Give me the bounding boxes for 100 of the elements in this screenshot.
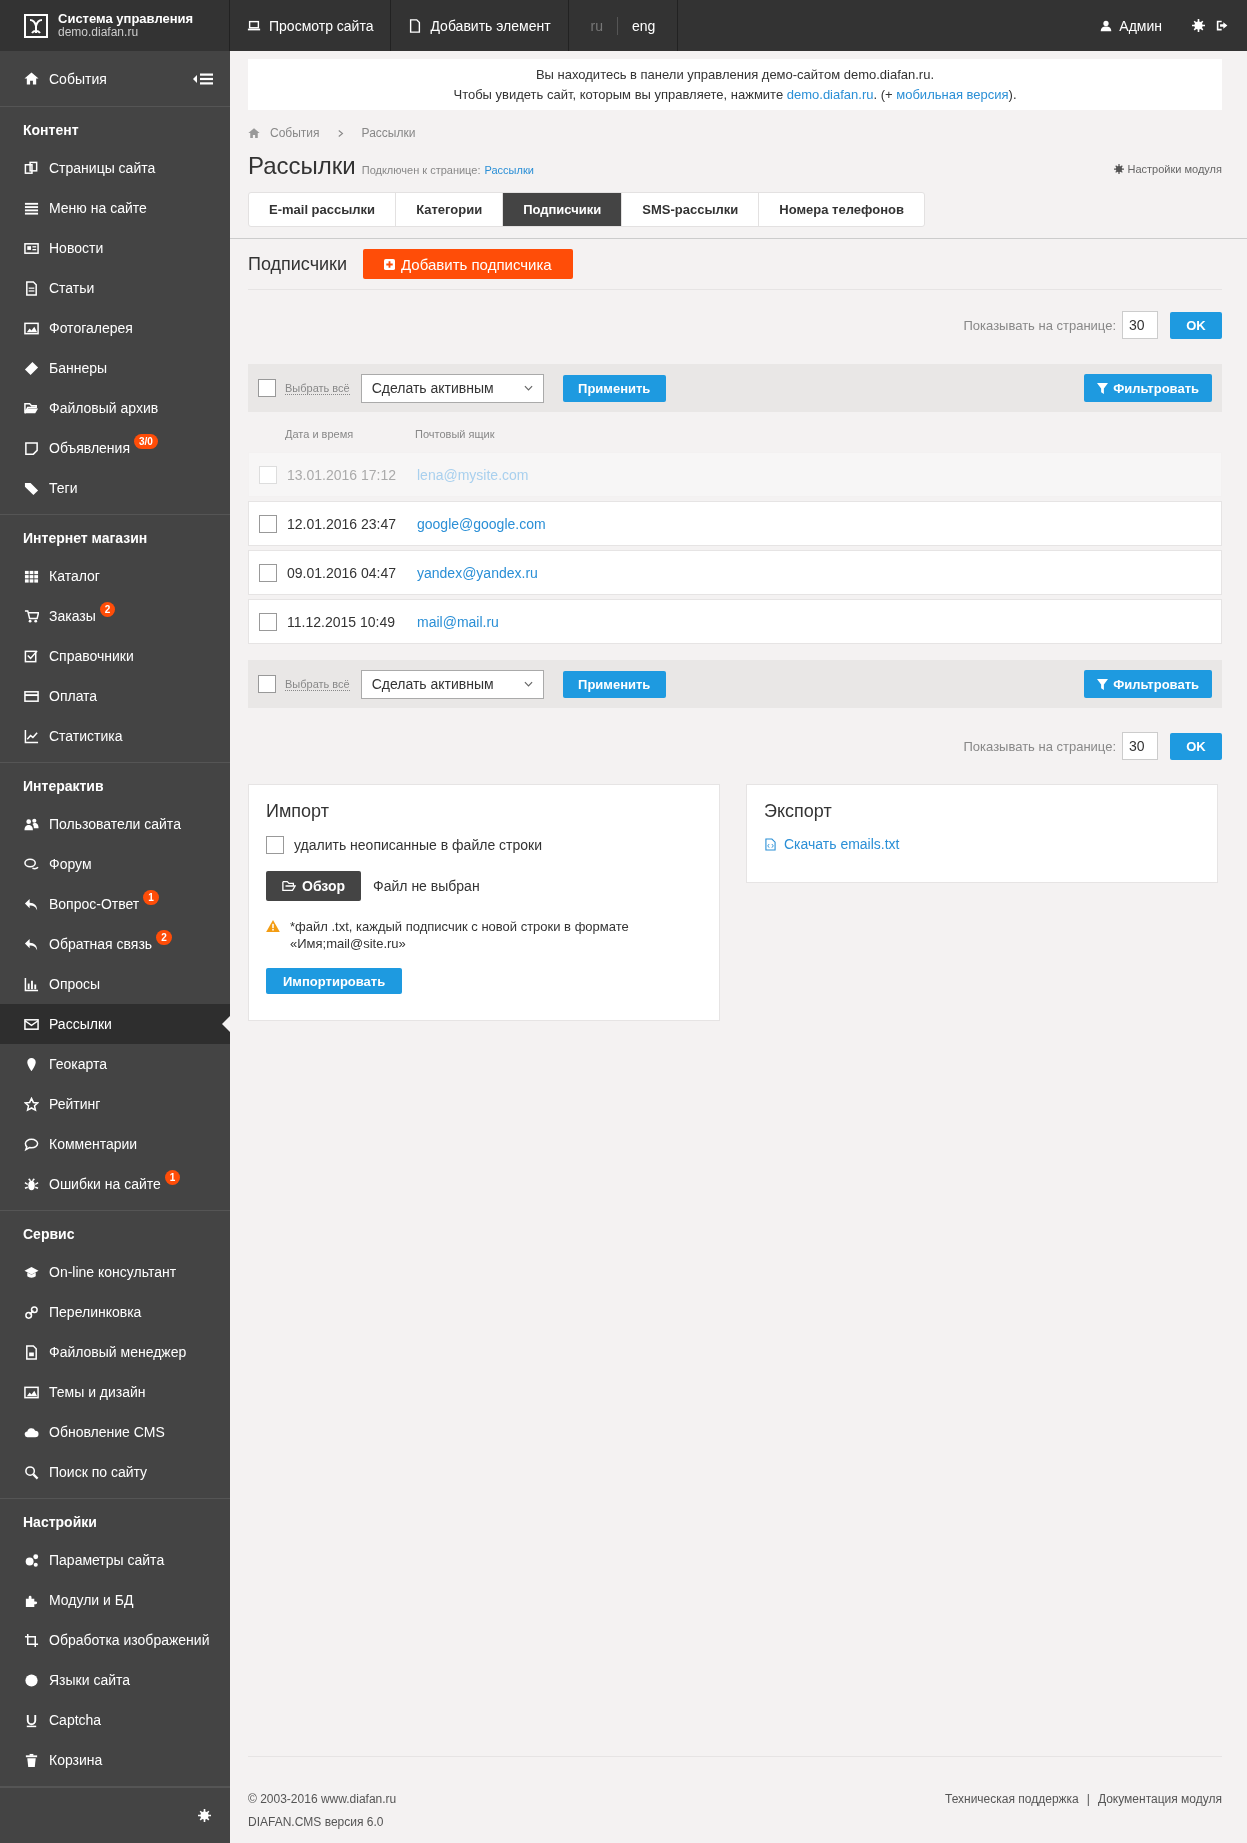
sidebar-item[interactable]: Поиск по сайту [0, 1452, 230, 1492]
tab[interactable]: Номера телефонов [759, 193, 924, 226]
checkbox[interactable] [258, 379, 276, 397]
sidebar-item[interactable]: Заказы 2 [0, 596, 230, 636]
checkbox[interactable] [266, 836, 284, 854]
tag-icon [24, 480, 39, 496]
sidebar-item[interactable]: Страницы сайта [0, 148, 230, 188]
sidebar-item[interactable]: Объявления 3/0 [0, 428, 230, 468]
top-nav-link[interactable]: Просмотр сайта [230, 0, 392, 51]
sidebar-item[interactable]: Комментарии [0, 1124, 230, 1164]
sidebar-item[interactable]: Оплата [0, 676, 230, 716]
language-link[interactable]: eng [632, 17, 656, 34]
checkbox[interactable] [259, 612, 277, 631]
email-link[interactable]: google@google.com [417, 515, 546, 532]
sidebar-item[interactable]: Статистика [0, 716, 230, 756]
sidebar-item[interactable]: Фотогалерея [0, 308, 230, 348]
module-settings-link[interactable]: Настройки модуля [1113, 163, 1222, 175]
user-link[interactable]: Админ [1100, 0, 1192, 51]
sidebar-item[interactable]: Теги [0, 468, 230, 508]
settings-icon[interactable] [198, 1809, 211, 1822]
sidebar-item[interactable]: Форум [0, 844, 230, 884]
per-page-field[interactable]: 30 [1122, 311, 1158, 339]
cart-icon [24, 608, 39, 624]
notice-text: Чтобы увидеть сайт, которым вы управляете, нажмите demo.diafan.ru. (+ мобильная версия). [452, 86, 1018, 104]
bar-chart-icon [24, 976, 39, 992]
sidebar-item[interactable]: Обработка изображений [0, 1620, 230, 1660]
sidebar-item[interactable]: Вопрос-Ответ 1 [0, 884, 230, 924]
bug-icon [24, 1176, 39, 1192]
sidebar-item[interactable]: Рассылки [0, 1004, 230, 1044]
sidebar-section-title: Интерактив [22, 777, 105, 796]
logout-icon[interactable] [1216, 19, 1229, 32]
reply-arrow-icon [24, 896, 39, 912]
sidebar-item[interactable]: Геокарта [0, 1044, 230, 1084]
email-link[interactable]: mail@mail.ru [417, 613, 499, 630]
download-link[interactable]: Скачать emails.txt [765, 836, 1200, 852]
logo-icon [24, 13, 48, 38]
footer-link[interactable]: Техническая поддержка [944, 1792, 1079, 1806]
sidebar-item[interactable]: Перелинковка [0, 1292, 230, 1332]
sidebar-item[interactable]: Пользователи сайта [0, 804, 230, 844]
sidebar-item[interactable]: Опросы [0, 964, 230, 1004]
footer-link[interactable]: Документация модуля [1097, 1792, 1222, 1806]
sidebar-item[interactable]: События [0, 51, 107, 106]
search-icon [24, 1464, 39, 1480]
browse-button[interactable]: Обзор [266, 871, 362, 901]
site-domain: demo.diafan.ru [58, 26, 139, 40]
checkbox[interactable] [258, 675, 276, 693]
document-icon [24, 280, 39, 296]
tab[interactable]: SMS-рассылки [622, 193, 760, 226]
hint-text: *файл .txt, каждый подписчик с новой строки в формате «Имя;mail@site.ru» [290, 918, 630, 952]
sidebar-item[interactable]: Captcha [0, 1700, 230, 1740]
sidebar-item[interactable]: Языки сайта [0, 1660, 230, 1700]
count-badge: 3/0 [134, 434, 158, 449]
subscriber-row[interactable]: 09.01.2016 04:47 yandex@yandex.ru [248, 550, 1222, 595]
sidebar-item[interactable]: Ошибки на сайте 1 [0, 1164, 230, 1204]
sidebar-item[interactable]: Справочники [0, 636, 230, 676]
warning-icon [266, 920, 280, 932]
tab[interactable]: Подписчики [503, 193, 623, 226]
action-select[interactable]: Сделать активным [360, 373, 544, 403]
checkbox[interactable] [259, 563, 277, 582]
column-header: Дата и время [285, 428, 355, 440]
file-status: Файл не выбран [373, 878, 480, 894]
file-icon [24, 1344, 39, 1360]
email-link[interactable]: yandex@yandex.ru [417, 564, 538, 581]
sidebar-item[interactable]: Баннеры [0, 348, 230, 388]
collapse-menu-icon[interactable] [192, 71, 214, 86]
sidebar-item[interactable]: Рейтинг [0, 1084, 230, 1124]
filter-icon [1097, 678, 1109, 690]
plus-icon [384, 258, 396, 270]
settings-icon[interactable] [1192, 19, 1205, 32]
mobile-version-link[interactable]: мобильная версия [896, 87, 1009, 102]
sidebar-item[interactable]: Файловый архив [0, 388, 230, 428]
date-cell-text: 11.12.2015 10:49 [287, 613, 396, 630]
note-icon [24, 440, 39, 456]
sidebar-section-title: Контент [22, 121, 80, 140]
sidebar-item[interactable]: Обновление CMS [0, 1412, 230, 1452]
sidebar-item[interactable]: Файловый менеджер [0, 1332, 230, 1372]
sidebar-item[interactable]: Параметры сайта [0, 1540, 230, 1580]
subscriber-row[interactable]: 11.12.2015 10:49 mail@mail.ru [248, 599, 1222, 644]
link-separator: | [1086, 1792, 1090, 1806]
action-select[interactable]: Сделать активным [360, 669, 544, 699]
tab[interactable]: E-mail рассылки [249, 193, 397, 226]
sidebar-section-title: Сервис [22, 1225, 76, 1244]
sidebar-item[interactable]: Статьи [0, 268, 230, 308]
per-page-field[interactable]: 30 [1122, 732, 1158, 760]
sidebar-item[interactable]: Меню на сайте [0, 188, 230, 228]
sidebar-item[interactable]: On-line консультант [0, 1252, 230, 1292]
date-cell-text: 12.01.2016 23:47 [287, 515, 397, 532]
top-nav-link[interactable]: Добавить элемент [391, 0, 569, 51]
count-badge: 2 [156, 930, 172, 945]
sidebar-item[interactable]: Каталог [0, 556, 230, 596]
date-cell-text: 09.01.2016 04:47 [287, 564, 397, 581]
checkbox[interactable] [259, 514, 277, 533]
sidebar-item[interactable]: Обратная связь 2 [0, 924, 230, 964]
grid-icon [24, 568, 39, 584]
sidebar-item[interactable]: Новости [0, 228, 230, 268]
sidebar-item[interactable]: Темы и дизайн [0, 1372, 230, 1412]
sidebar-item[interactable]: Модули и БД [0, 1580, 230, 1620]
sidebar-item[interactable]: Корзина [0, 1740, 230, 1780]
users-icon [24, 816, 39, 832]
subscriber-row[interactable]: 12.01.2016 23:47 google@google.com [248, 501, 1222, 546]
